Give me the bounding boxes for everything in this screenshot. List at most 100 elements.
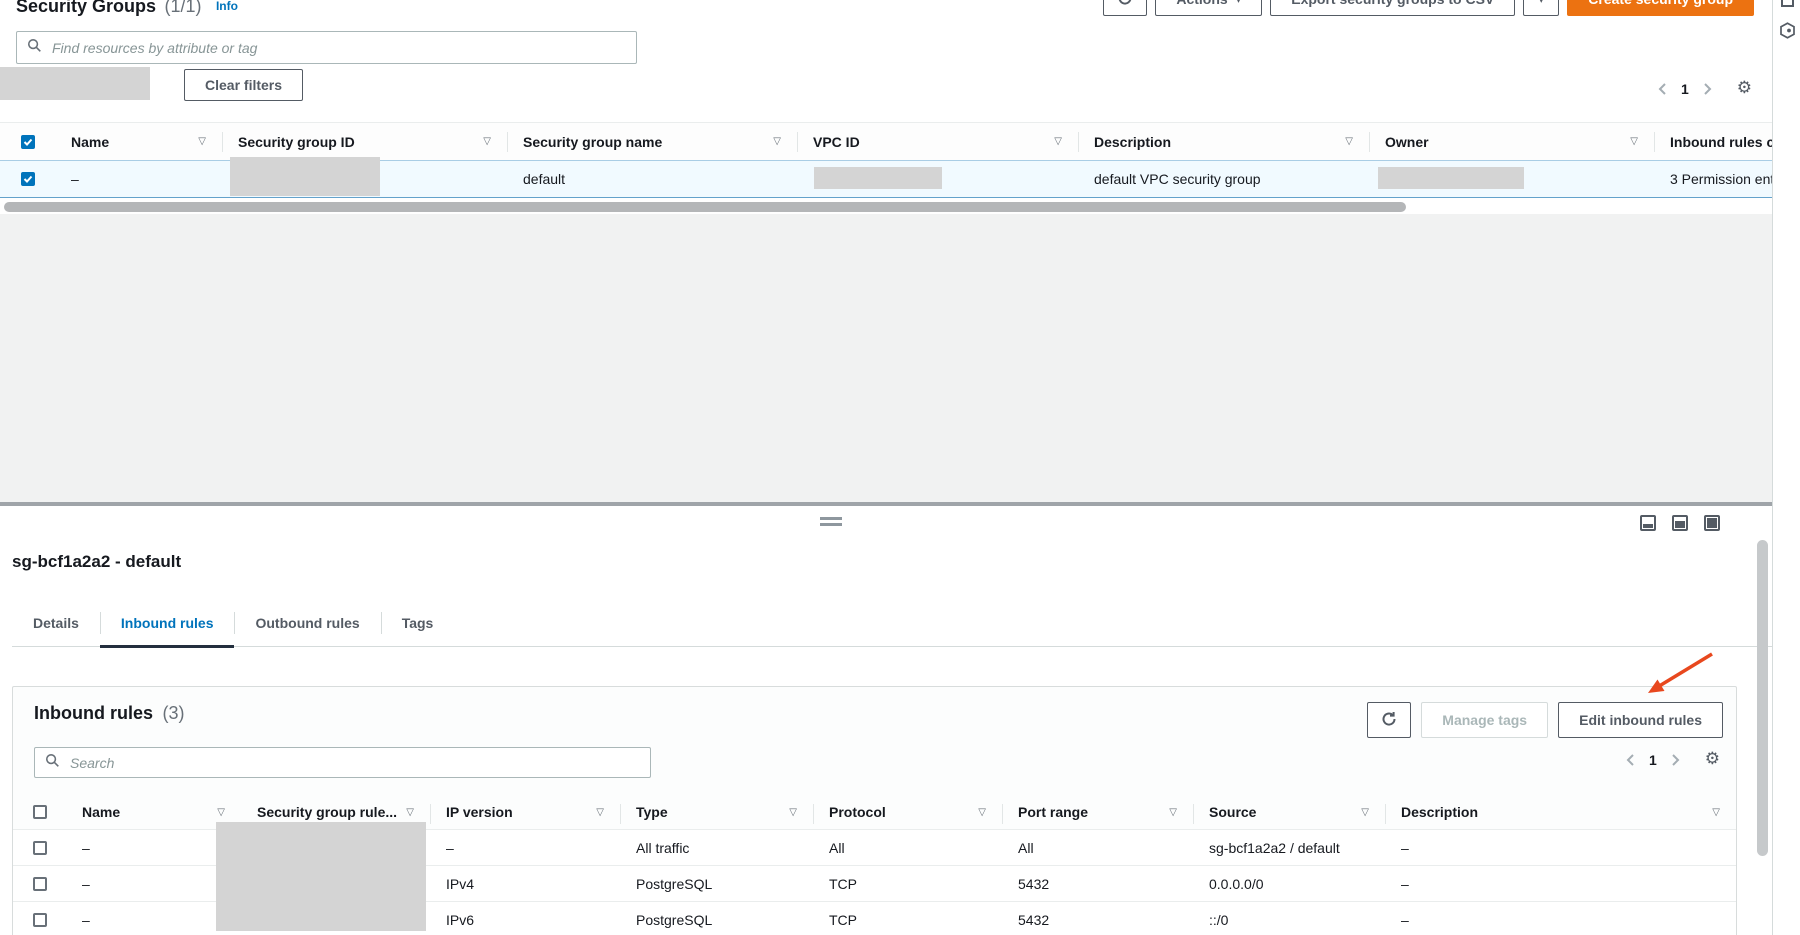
- groups-pagination: 1 ⚙: [1657, 80, 1752, 97]
- panel-layout-controls: [1640, 515, 1720, 531]
- tab-details[interactable]: Details: [12, 600, 100, 646]
- export-csv-button[interactable]: Export security groups to CSV: [1270, 0, 1515, 16]
- create-security-group-button[interactable]: Create security group: [1567, 0, 1754, 16]
- select-all-cell: [0, 123, 55, 160]
- redacted-vpc-id: [814, 167, 942, 189]
- actions-button[interactable]: Actions ▾: [1155, 0, 1262, 16]
- cell-name: –: [66, 902, 241, 935]
- cell-description: –: [1385, 902, 1736, 935]
- clear-filters-label: Clear filters: [205, 77, 282, 93]
- cell-port-range: All: [1002, 830, 1193, 865]
- redacted-rule-ids: [216, 822, 426, 931]
- refresh-rules-button[interactable]: [1367, 702, 1411, 738]
- caret-down-icon: ▾: [1236, 0, 1242, 6]
- panel-full-icon[interactable]: [1704, 515, 1720, 531]
- row-checkbox[interactable]: [33, 913, 47, 927]
- find-resources-search: [16, 31, 637, 64]
- inbound-rules-actions: Manage tags Edit inbound rules: [1367, 702, 1723, 738]
- row-checkbox[interactable]: [33, 841, 47, 855]
- gear-icon[interactable]: ⚙: [1705, 751, 1720, 768]
- column-header-vpc-id[interactable]: VPC ID▽: [797, 123, 1078, 160]
- sort-icon: ▽: [1630, 136, 1638, 147]
- tab-tags[interactable]: Tags: [381, 600, 455, 646]
- select-all-checkbox[interactable]: [21, 135, 35, 149]
- column-header-ip-version[interactable]: IP version▽: [430, 795, 620, 829]
- cell-ip-version: IPv4: [430, 866, 620, 901]
- panel-bottom-medium-icon[interactable]: [1672, 515, 1688, 531]
- cell-type: PostgreSQL: [620, 902, 813, 935]
- gear-icon[interactable]: ⚙: [1737, 80, 1752, 97]
- sort-icon: ▽: [596, 807, 604, 818]
- column-header-owner[interactable]: Owner▽: [1369, 123, 1654, 160]
- info-link[interactable]: Info: [216, 0, 238, 13]
- page-number[interactable]: 1: [1681, 81, 1689, 97]
- cell-source: sg-bcf1a2a2 / default: [1193, 830, 1385, 865]
- previous-page-icon[interactable]: [1625, 753, 1635, 767]
- redacted-security-group-id: [230, 157, 380, 196]
- sort-icon: ▽: [1361, 807, 1369, 818]
- column-header-security-group-id[interactable]: Security group ID▽: [222, 123, 507, 160]
- actions-button-label: Actions: [1176, 0, 1227, 7]
- toolbar: Actions ▾ Export security groups to CSV …: [1103, 0, 1754, 16]
- column-header-description[interactable]: Description▽: [1078, 123, 1369, 160]
- next-page-icon[interactable]: [1671, 753, 1681, 767]
- inbound-rules-count: (3): [162, 703, 184, 723]
- export-csv-dropdown-button[interactable]: ▾: [1523, 0, 1559, 16]
- column-header-type[interactable]: Type▽: [620, 795, 813, 829]
- sort-icon: ▽: [1345, 136, 1353, 147]
- hexagon-icon[interactable]: [1779, 22, 1796, 44]
- export-csv-label: Export security groups to CSV: [1291, 0, 1494, 7]
- empty-area: [0, 214, 1772, 502]
- select-all-cell: [13, 795, 66, 829]
- page-title-text: Security Groups: [16, 0, 156, 16]
- previous-page-icon[interactable]: [1657, 82, 1667, 96]
- column-header-name[interactable]: Name▽: [55, 123, 222, 160]
- cell-description: default VPC security group: [1078, 161, 1369, 197]
- sort-icon: ▽: [217, 807, 225, 818]
- sort-icon: ▽: [978, 807, 986, 818]
- tab-outbound-rules[interactable]: Outbound rules: [234, 600, 380, 646]
- column-header-description[interactable]: Description▽: [1385, 795, 1736, 829]
- edit-inbound-rules-label: Edit inbound rules: [1579, 712, 1702, 728]
- row-checkbox[interactable]: [33, 877, 47, 891]
- sort-icon: ▽: [406, 807, 414, 818]
- edit-inbound-rules-button[interactable]: Edit inbound rules: [1558, 702, 1723, 738]
- panel-icon[interactable]: [1781, 0, 1794, 7]
- sort-icon: ▽: [483, 136, 491, 147]
- detail-panel-title: sg-bcf1a2a2 - default: [12, 552, 181, 572]
- security-groups-page: Security Groups (1/1) Info Actions ▾ Exp…: [0, 0, 1800, 935]
- column-header-source[interactable]: Source▽: [1193, 795, 1385, 829]
- column-header-protocol[interactable]: Protocol▽: [813, 795, 1002, 829]
- vertical-scrollbar[interactable]: [1757, 540, 1768, 856]
- refresh-button[interactable]: [1103, 0, 1147, 16]
- cell-source: ::/0: [1193, 902, 1385, 935]
- column-header-port-range[interactable]: Port range▽: [1002, 795, 1193, 829]
- column-header-name[interactable]: Name▽: [66, 795, 241, 829]
- column-header-security-group-name[interactable]: Security group name▽: [507, 123, 797, 160]
- inbound-rules-heading: Inbound rules (3): [34, 703, 184, 724]
- row-select-cell: [0, 161, 55, 197]
- cell-name: –: [55, 161, 222, 197]
- panel-bottom-small-icon[interactable]: [1640, 515, 1656, 531]
- cell-name: –: [66, 830, 241, 865]
- cell-port-range: 5432: [1002, 866, 1193, 901]
- tab-inbound-rules[interactable]: Inbound rules: [100, 600, 235, 646]
- clear-filters-button[interactable]: Clear filters: [184, 69, 303, 101]
- manage-tags-button[interactable]: Manage tags: [1421, 702, 1548, 738]
- next-page-icon[interactable]: [1703, 82, 1713, 96]
- groups-table-header-row: Name▽ Security group ID▽ Security group …: [0, 122, 1800, 160]
- sort-icon: ▽: [198, 136, 206, 147]
- cell-source: 0.0.0.0/0: [1193, 866, 1385, 901]
- rules-search-input[interactable]: [68, 754, 640, 772]
- row-checkbox[interactable]: [21, 172, 35, 186]
- cell-port-range: 5432: [1002, 902, 1193, 935]
- detail-panel: sg-bcf1a2a2 - default Details Inbound ru…: [0, 506, 1772, 935]
- horizontal-scrollbar[interactable]: [4, 202, 1406, 212]
- select-all-checkbox[interactable]: [33, 805, 47, 819]
- find-resources-input[interactable]: [50, 39, 626, 57]
- panel-drag-handle-icon[interactable]: [820, 517, 842, 526]
- page-number[interactable]: 1: [1649, 752, 1657, 768]
- cell-description: –: [1385, 866, 1736, 901]
- manage-tags-label: Manage tags: [1442, 712, 1527, 728]
- redacted-owner: [1378, 167, 1524, 189]
